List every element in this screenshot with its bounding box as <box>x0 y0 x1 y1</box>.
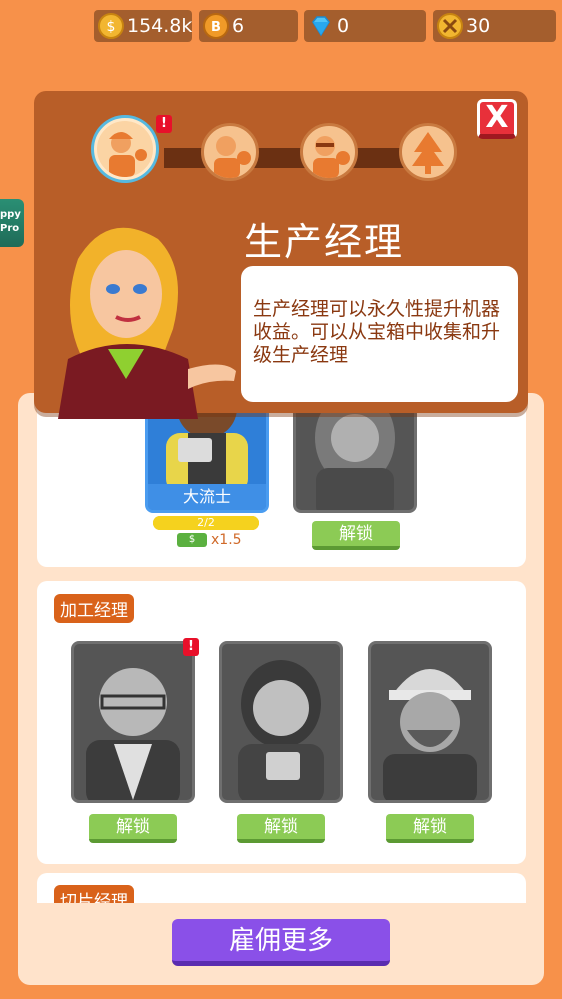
manager-card-processing-2[interactable] <box>219 641 343 803</box>
manager-character-illustration <box>58 227 236 419</box>
step-production-manager[interactable] <box>94 118 156 180</box>
svg-text:$: $ <box>107 19 116 35</box>
hire-more-button[interactable]: 雇佣更多 <box>172 919 390 966</box>
boost-multiplier: x1.5 <box>211 532 242 548</box>
manager-progress-bar: 2/2 <box>153 516 259 530</box>
manager-name: 大流士 <box>148 484 266 510</box>
close-button[interactable]: X <box>477 99 517 139</box>
step-energy-manager[interactable] <box>300 123 358 181</box>
cash-icon: $ <box>177 533 207 547</box>
token-coin-icon: B <box>203 13 229 39</box>
processing-manager-section: 加工经理 ! 解锁 解锁 解锁 <box>37 581 526 864</box>
production-manager-section: 大流士 2/2 $ x1.5 解锁 <box>37 395 526 567</box>
manager-card-processing-1[interactable] <box>71 641 195 803</box>
crossed-hammers-icon <box>437 13 463 39</box>
locked-manager-portrait <box>86 668 180 800</box>
dialog-description: 生产经理可以永久性提升机器收益。可以从宝箱中收集和升级生产经理 <box>253 298 501 366</box>
side-promo-line2: Pro <box>0 223 20 234</box>
gem-counter: 0 <box>304 10 426 42</box>
section-title-processing: 加工经理 <box>54 594 134 623</box>
manager-lightning-icon <box>313 136 350 178</box>
badge-counter: 30 <box>433 10 556 42</box>
slicing-manager-section: 切片经理 <box>37 873 526 903</box>
step-tree[interactable] <box>399 123 457 181</box>
side-promo-line1: ppy <box>0 209 21 220</box>
manager-progress-text: 2/2 <box>197 516 215 529</box>
locked-manager-portrait <box>315 398 395 510</box>
worker-gear-icon <box>109 132 147 177</box>
manager-boost: $ x1.5 <box>177 532 242 548</box>
coin-value: 154.8k <box>127 15 193 37</box>
badge-value: 30 <box>466 15 491 37</box>
coin-icon: $ <box>98 13 124 39</box>
unlock-button-processing-3[interactable]: 解锁 <box>386 814 474 843</box>
locked-manager-portrait <box>383 669 477 800</box>
manager-card-processing-3[interactable] <box>368 641 492 803</box>
unlock-button-top[interactable]: 解锁 <box>312 521 400 550</box>
pine-tree-icon <box>412 132 444 174</box>
unlock-button-processing-1[interactable]: 解锁 <box>89 814 177 843</box>
gem-value: 0 <box>337 15 350 37</box>
alert-icon: ! <box>183 638 199 656</box>
svg-text:B: B <box>211 20 221 35</box>
tutorial-dialog: ! X 生产经理 生产经理可以永久性提升机器收益。可以从宝箱中收集和升级生产经理 <box>34 91 528 419</box>
step-alert-icon: ! <box>156 115 172 133</box>
section-title-slicing: 切片经理 <box>54 885 134 903</box>
locked-manager-portrait <box>238 660 324 800</box>
diamond-icon <box>312 16 330 37</box>
dialog-title: 生产经理 <box>244 220 405 264</box>
coin-counter: $ 154.8k <box>94 10 192 42</box>
unlock-button-processing-2[interactable]: 解锁 <box>237 814 325 843</box>
token-value: 6 <box>232 15 245 37</box>
token-counter: B 6 <box>199 10 298 42</box>
manager-coin-icon <box>214 136 251 178</box>
step-sales-manager[interactable] <box>201 123 259 181</box>
dialog-description-box: 生产经理可以永久性提升机器收益。可以从宝箱中收集和升级生产经理 <box>241 266 518 402</box>
side-promo-button[interactable]: ppy Pro <box>0 199 24 247</box>
